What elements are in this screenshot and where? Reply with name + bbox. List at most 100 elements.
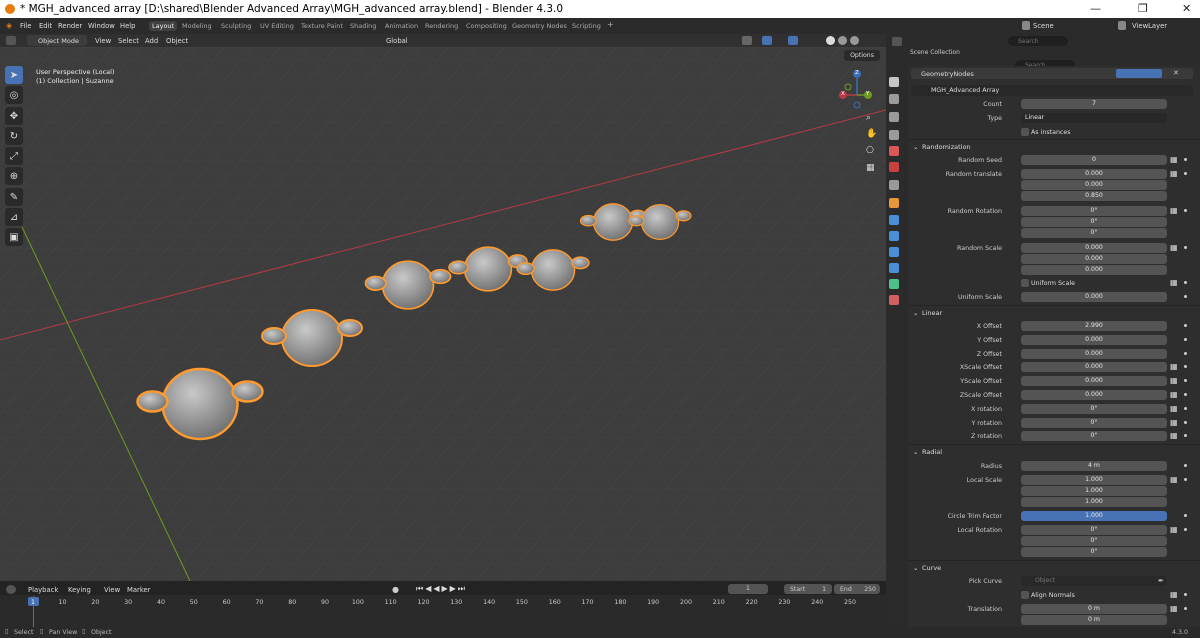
mode-dropdown[interactable]: Object Mode: [27, 35, 87, 46]
curve-panel-header[interactable]: ⌄ Curve: [908, 560, 1200, 573]
radial-field[interactable]: 0°: [1021, 525, 1167, 535]
decorator-dot-icon[interactable]: [1184, 337, 1187, 341]
randomization-field[interactable]: 0.000: [1021, 169, 1167, 179]
radial-field[interactable]: 4 m: [1021, 461, 1167, 471]
radial-field[interactable]: 1.000: [1021, 486, 1167, 496]
tab-animation[interactable]: Animation: [382, 21, 421, 31]
camera-icon[interactable]: ⎔: [866, 146, 874, 156]
menu-help[interactable]: Help: [120, 22, 136, 30]
keyframe-icon[interactable]: ▦: [1170, 391, 1178, 399]
transform-orientation[interactable]: Global: [386, 37, 408, 45]
timeline-editor-icon[interactable]: [6, 585, 16, 594]
collection-tab-icon[interactable]: [889, 180, 899, 190]
gizmo-toggle-icon[interactable]: [762, 36, 772, 45]
menu-object[interactable]: Object: [166, 37, 188, 45]
add-workspace-button[interactable]: +: [604, 19, 617, 30]
keyframe-icon[interactable]: ▦: [1170, 432, 1178, 440]
render-tab-icon[interactable]: [889, 94, 899, 104]
uniform-scale-checkbox[interactable]: [1021, 279, 1029, 287]
linear-field[interactable]: 0.000: [1021, 348, 1167, 359]
tab-layout[interactable]: Layout: [149, 21, 178, 31]
node-group-selector[interactable]: MGH_Advanced Array: [911, 85, 1193, 96]
linear-field[interactable]: 0.000: [1021, 376, 1167, 387]
linear-field[interactable]: 0.000: [1021, 334, 1167, 345]
3d-viewport[interactable]: User Perspective (Local) (1) Collection …: [0, 47, 886, 581]
shading-material-icon[interactable]: [838, 36, 847, 45]
keyframe-icon[interactable]: ▦: [1170, 279, 1178, 287]
randomization-field[interactable]: 0°: [1021, 217, 1167, 227]
menu-render[interactable]: Render: [58, 22, 82, 30]
keyframe-icon[interactable]: ▦: [1170, 377, 1178, 385]
decorator-dot-icon[interactable]: [1184, 281, 1187, 284]
radial-field[interactable]: 1.000: [1021, 475, 1167, 485]
linear-field[interactable]: 0°: [1021, 431, 1167, 442]
randomization-field[interactable]: 0.000: [1021, 243, 1167, 253]
randomization-field[interactable]: 0.000: [1021, 265, 1167, 275]
decorator-dot-icon[interactable]: [1184, 158, 1187, 161]
decorator-dot-icon[interactable]: [1184, 365, 1187, 369]
view-layer-tab-icon[interactable]: [889, 130, 899, 140]
close-icon[interactable]: ✕: [1182, 2, 1191, 15]
scale-tool-icon[interactable]: ⤢: [5, 147, 23, 165]
options-button[interactable]: Options: [844, 50, 880, 61]
decorator-dot-icon[interactable]: [1184, 406, 1187, 410]
decorator-dot-icon[interactable]: [1184, 209, 1187, 212]
shading-solid-icon[interactable]: [826, 36, 835, 45]
linear-field[interactable]: 0.000: [1021, 362, 1167, 373]
tab-shading[interactable]: Shading: [347, 21, 379, 31]
decorator-dot-icon[interactable]: [1184, 393, 1187, 396]
eyedropper-icon[interactable]: ✒: [1158, 577, 1164, 585]
randomization-field[interactable]: 0.850: [1021, 191, 1167, 201]
visibility-icon[interactable]: [742, 36, 752, 45]
timeline-menu-keying[interactable]: Keying: [68, 586, 91, 594]
cursor-tool-icon[interactable]: ◎: [5, 86, 23, 104]
radial-field[interactable]: 1.000: [1021, 497, 1167, 507]
object-tab-icon[interactable]: [889, 198, 899, 208]
end-frame-field[interactable]: End 250: [834, 584, 880, 594]
modifier-remove-icon[interactable]: ✕: [1173, 69, 1179, 77]
keyframe-icon[interactable]: ▦: [1170, 244, 1178, 252]
editor-type-icon[interactable]: [6, 36, 16, 45]
zoom-icon[interactable]: ⌕: [866, 113, 871, 123]
translation-x-field[interactable]: 0 m: [1021, 604, 1167, 614]
modifier-tab-icon[interactable]: [889, 215, 899, 225]
tab-scripting[interactable]: Scripting: [569, 21, 604, 31]
data-tab-icon[interactable]: [889, 279, 899, 289]
shading-rendered-icon[interactable]: [850, 36, 859, 45]
tab-modeling[interactable]: Modeling: [179, 21, 215, 31]
radial-panel-header[interactable]: ⌄ Radial: [908, 444, 1200, 457]
decorator-dot-icon[interactable]: [1184, 379, 1187, 383]
randomization-panel-header[interactable]: ⌄ Randomization: [908, 139, 1200, 152]
transform-tool-icon[interactable]: ⊕: [5, 167, 23, 185]
scene-selector[interactable]: Scene: [1033, 22, 1054, 30]
randomization-field[interactable]: 0.000: [1021, 254, 1167, 264]
material-tab-icon[interactable]: [889, 295, 899, 305]
decorator-dot-icon[interactable]: [1184, 324, 1187, 327]
linear-field[interactable]: 2.990: [1021, 321, 1167, 331]
decorator-dot-icon[interactable]: [1184, 478, 1187, 481]
linear-panel-header[interactable]: ⌄ Linear: [908, 305, 1200, 318]
keyframe-icon[interactable]: ▦: [1170, 156, 1178, 164]
autokey-icon[interactable]: ●: [392, 585, 399, 594]
decorator-dot-icon[interactable]: [1184, 172, 1187, 175]
keyframe-icon[interactable]: ▦: [1170, 207, 1178, 215]
constraints-tab-icon[interactable]: [889, 263, 899, 273]
tab-rendering[interactable]: Rendering: [422, 21, 461, 31]
output-tab-icon[interactable]: [889, 112, 899, 122]
align-normals-checkbox[interactable]: [1021, 591, 1029, 599]
pan-hand-icon[interactable]: ✋: [866, 129, 877, 139]
keyframe-icon[interactable]: ▦: [1170, 170, 1178, 178]
randomization-field[interactable]: 0°: [1021, 206, 1167, 216]
world-tab-icon[interactable]: [889, 162, 899, 172]
scene-tab-icon[interactable]: [889, 146, 899, 156]
decorator-dot-icon[interactable]: [1184, 434, 1187, 438]
decorator-dot-icon[interactable]: [1184, 593, 1187, 596]
decorator-dot-icon[interactable]: [1184, 420, 1187, 424]
start-frame-field[interactable]: Start 1: [784, 584, 832, 594]
radial-field[interactable]: 0°: [1021, 547, 1167, 557]
radial-field[interactable]: 1.000: [1021, 511, 1167, 521]
keyframe-icon[interactable]: ▦: [1170, 605, 1178, 613]
select-tool-icon[interactable]: ➤: [5, 66, 23, 84]
keyframe-icon[interactable]: ▦: [1170, 526, 1178, 534]
playback-controls[interactable]: ⏮◀◀▶▶⏭: [416, 584, 467, 594]
